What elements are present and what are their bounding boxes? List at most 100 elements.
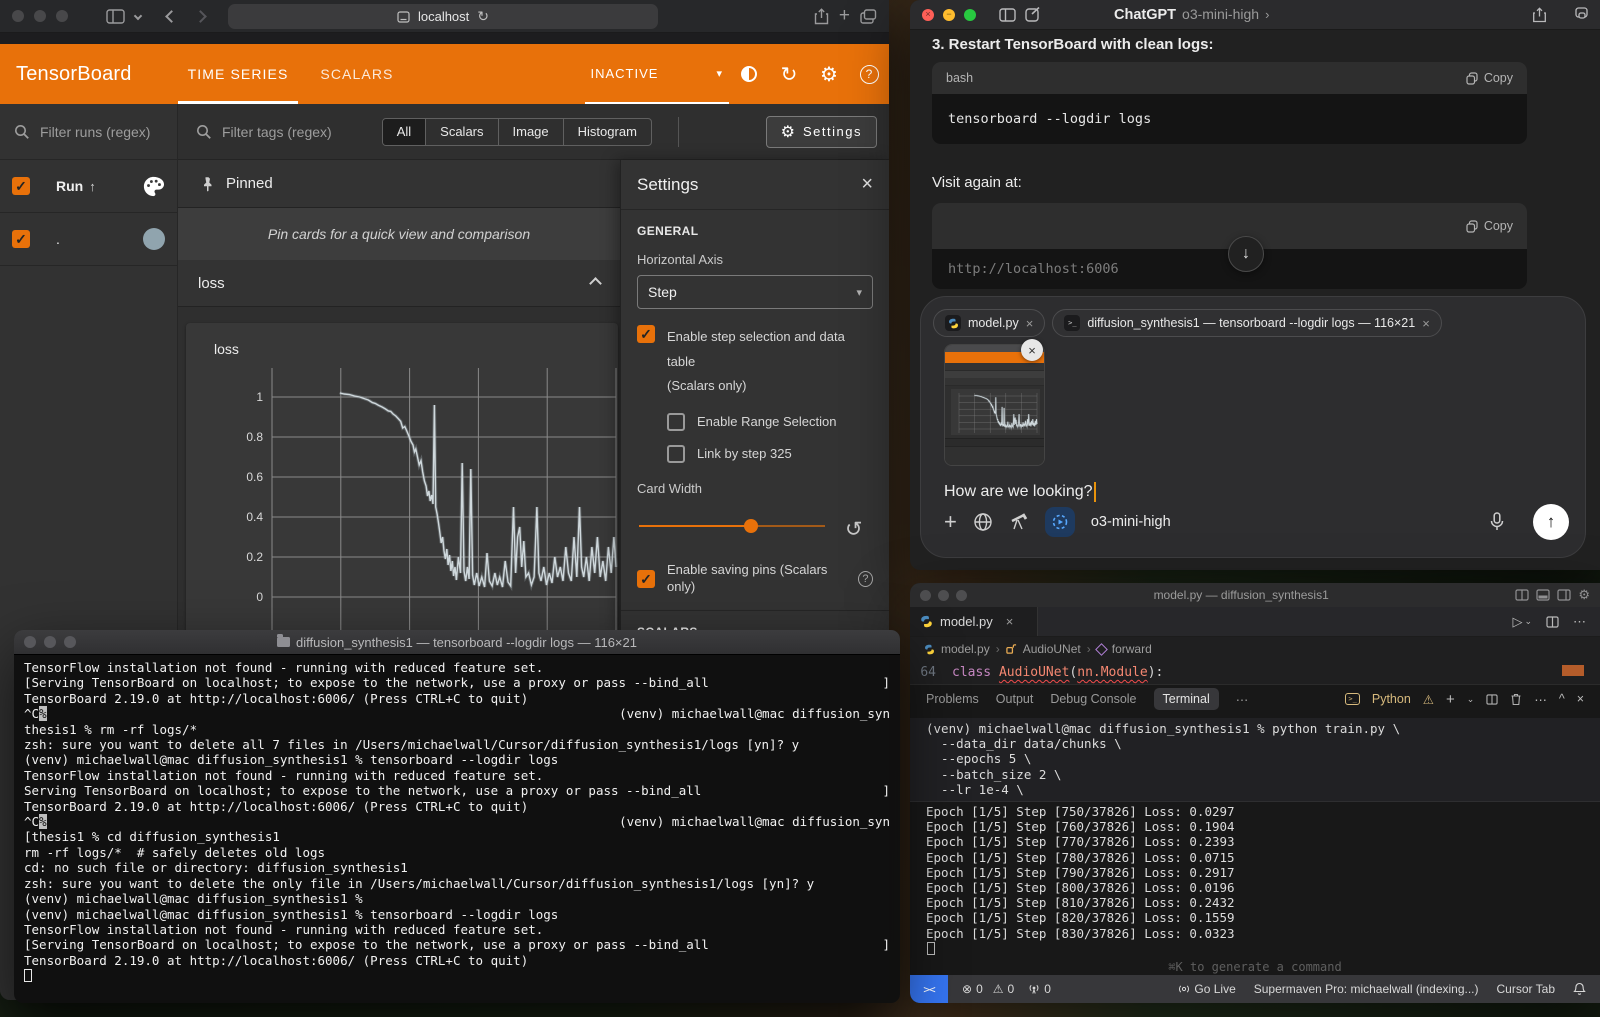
more-icon[interactable]: ⋯ (1534, 692, 1547, 707)
remote-indicator[interactable]: >< (910, 975, 948, 1003)
tab-time-series[interactable]: TIME SERIES (172, 44, 305, 104)
tab-debug-console[interactable]: Debug Console (1050, 692, 1136, 706)
terminal-body[interactable]: TensorFlow installation not found - runn… (14, 655, 900, 989)
refresh-icon[interactable]: ↻ (769, 54, 809, 94)
minimize-button[interactable]: − (943, 9, 955, 21)
remove-image-button[interactable]: × (1021, 339, 1043, 361)
checkbox-unchecked[interactable] (667, 445, 685, 463)
run-button[interactable]: ▷⌄ (1512, 614, 1532, 630)
run-row[interactable]: ✓ . (0, 213, 177, 266)
share-icon[interactable] (814, 8, 829, 25)
more-actions-icon[interactable]: ⋯ (1573, 614, 1586, 630)
collapse-chevron-icon[interactable] (589, 277, 602, 290)
tag-filter-histogram[interactable]: Histogram (564, 119, 651, 145)
checkbox-unchecked[interactable] (667, 413, 685, 431)
back-button[interactable] (165, 10, 178, 23)
split-editor-icon[interactable] (1546, 616, 1559, 628)
send-button[interactable]: ↑ (1533, 504, 1569, 540)
runs-header-label[interactable]: Run (56, 178, 83, 194)
select-all-checkbox[interactable]: ✓ (12, 177, 30, 195)
help-icon[interactable]: ? (858, 571, 873, 587)
new-chat-icon[interactable] (1025, 7, 1041, 22)
go-live-button[interactable]: Go Live (1178, 982, 1235, 996)
run-selector-dropdown[interactable]: INACTIVE ▾ (585, 44, 730, 104)
remove-attachment-icon[interactable]: × (1422, 316, 1430, 331)
terminal-dropdown-icon[interactable]: ⌄ (1467, 694, 1475, 705)
attachment-chip-terminal[interactable]: >_ diffusion_synthesis1 — tensorboard --… (1052, 309, 1441, 337)
sidebar-chevron-icon[interactable] (134, 12, 142, 20)
settings-button[interactable]: ⚙ Settings (766, 116, 877, 148)
run-checkbox[interactable]: ✓ (12, 230, 30, 248)
gear-icon[interactable]: ⚙ (1578, 587, 1590, 603)
minimize-button[interactable] (44, 636, 56, 648)
run-color-swatch[interactable] (143, 228, 165, 250)
card-width-slider[interactable] (639, 518, 825, 534)
saving-pins-checkbox-row[interactable]: ✓ Enable saving pins (Scalars only) ? (637, 562, 873, 596)
more-tabs-icon[interactable]: ⋯ (1236, 692, 1249, 707)
checkbox-checked[interactable]: ✓ (637, 325, 655, 343)
model-selector-icon[interactable] (1045, 507, 1075, 537)
close-button[interactable]: × (922, 9, 934, 21)
close-icon[interactable]: × (861, 173, 873, 196)
reset-icon[interactable]: ↺ (845, 517, 863, 542)
loss-chart[interactable]: 00.20.40.60.81 (186, 323, 618, 643)
range-selection-checkbox-row[interactable]: Enable Range Selection (667, 413, 873, 431)
split-terminal-icon[interactable] (1486, 694, 1498, 705)
zoom-button[interactable] (956, 590, 967, 601)
close-button[interactable] (12, 10, 24, 22)
link-by-step-checkbox-row[interactable]: Link by step 325 (667, 445, 873, 463)
tag-filter-all[interactable]: All (383, 119, 426, 145)
step-selection-checkbox-row[interactable]: ✓ Enable step selection and data table (… (637, 325, 873, 399)
minimize-button[interactable] (938, 590, 949, 601)
filter-tags-input[interactable]: Filter tags (regex) (178, 104, 346, 159)
breadcrumb-file[interactable]: model.py (941, 642, 990, 656)
loss-section-header[interactable]: loss (178, 260, 620, 307)
attached-screenshot-thumbnail[interactable] (944, 344, 1045, 466)
layout-right-icon[interactable] (1557, 589, 1571, 601)
terminal-process-label[interactable]: Python (1372, 692, 1411, 706)
palette-icon[interactable] (142, 175, 165, 198)
maximize-panel-icon[interactable]: ^ (1559, 692, 1565, 706)
integrated-terminal[interactable]: (venv) michaelwall@mac diffusion_synthes… (910, 713, 1600, 975)
tab-model-py[interactable]: model.py × (910, 607, 1038, 636)
pinned-section-header[interactable]: Pinned (178, 160, 620, 208)
new-terminal-icon[interactable]: + (1446, 691, 1455, 708)
breadcrumb-method[interactable]: forward (1112, 642, 1152, 656)
new-tab-icon[interactable]: + (839, 5, 850, 27)
supermaven-status[interactable]: Supermaven Pro: michaelwall (indexing...… (1254, 982, 1479, 996)
editor-code-line[interactable]: 64 class AudioUNet(nn.Module): (910, 661, 1600, 684)
mic-icon[interactable] (1489, 512, 1505, 532)
chat-composer[interactable]: model.py × >_ diffusion_synthesis1 — ten… (920, 296, 1586, 558)
tab-terminal[interactable]: Terminal (1154, 688, 1219, 710)
model-label[interactable]: o3-mini-high (1091, 514, 1171, 530)
checkbox-checked[interactable]: ✓ (637, 570, 655, 588)
sidebar-icon[interactable] (106, 9, 125, 24)
zoom-button[interactable] (64, 636, 76, 648)
trash-icon[interactable] (1510, 693, 1522, 706)
tabs-icon[interactable] (1572, 7, 1588, 22)
tab-overview-icon[interactable] (860, 9, 877, 24)
layout-panel-icon[interactable] (1536, 589, 1550, 601)
close-button[interactable] (920, 590, 931, 601)
slider-thumb[interactable] (744, 519, 758, 533)
cursor-tab-status[interactable]: Cursor Tab (1497, 982, 1555, 996)
tag-filter-scalars[interactable]: Scalars (426, 119, 498, 145)
close-tab-icon[interactable]: × (1006, 614, 1014, 629)
bell-icon[interactable] (1573, 982, 1586, 996)
zoom-button[interactable] (964, 9, 976, 21)
zoom-button[interactable] (56, 10, 68, 22)
add-attachment-icon[interactable]: + (944, 509, 957, 535)
close-panel-icon[interactable]: × (1577, 692, 1584, 706)
forward-button[interactable] (194, 10, 207, 23)
tab-scalars[interactable]: SCALARS (304, 44, 409, 104)
telescope-icon[interactable] (1009, 512, 1029, 532)
theme-contrast-icon[interactable] (729, 54, 769, 94)
help-icon[interactable]: ? (849, 54, 889, 94)
copy-button[interactable]: Copy (1466, 71, 1513, 85)
close-button[interactable] (24, 636, 36, 648)
sidebar-toggle-icon[interactable] (999, 8, 1016, 22)
breadcrumb-class[interactable]: AudioUNet (1023, 642, 1081, 656)
loss-chart-card[interactable]: loss 00.20.40.60.81 (186, 323, 618, 643)
layout-columns-icon[interactable] (1515, 589, 1529, 601)
ports-indicator[interactable]: 0 (1028, 982, 1051, 996)
